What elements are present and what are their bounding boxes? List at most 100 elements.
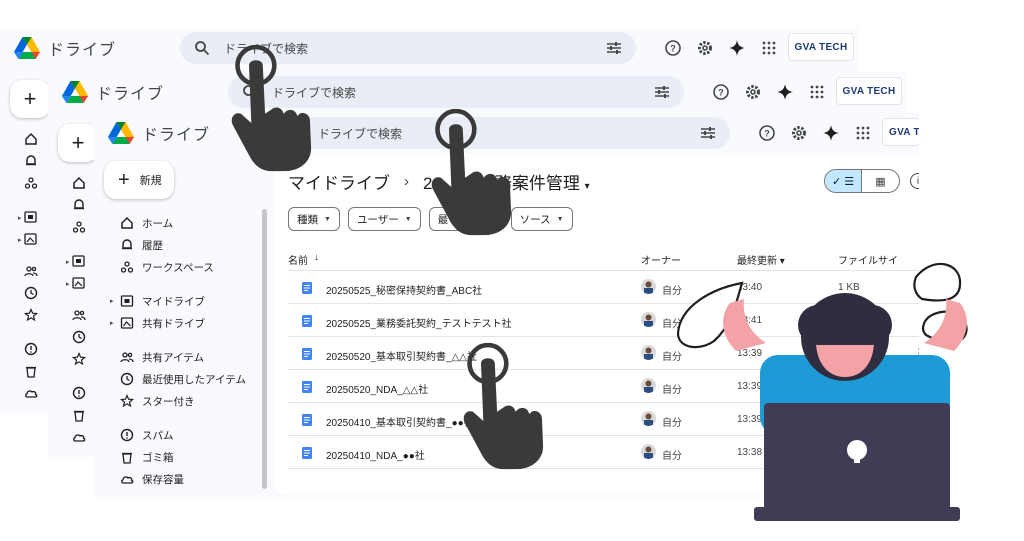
apps-grid-icon[interactable] <box>854 124 872 142</box>
filter-source-chip[interactable]: ソース ▼ <box>510 207 573 231</box>
sidebar-item-history[interactable]: 履歴 <box>108 235 258 255</box>
google-docs-icon <box>302 414 312 426</box>
google-docs-icon <box>302 447 312 459</box>
account-badge[interactable]: GVA TECH <box>882 118 919 146</box>
account-badge[interactable]: GVA TECH <box>836 77 902 105</box>
settings-gear-icon[interactable] <box>696 39 714 57</box>
sidebar-item-spam[interactable]: スパム <box>108 425 258 445</box>
gemini-sparkle-icon[interactable] <box>822 124 840 142</box>
filter-type-chip[interactable]: 種類 ▼ <box>288 207 340 231</box>
file-name: 20250525_業務委託契約_テストテスト社 <box>326 319 512 330</box>
gemini-sparkle-icon[interactable] <box>776 83 794 101</box>
sidebar-item-label: ゴミ箱 <box>142 451 174 464</box>
filter-options-icon[interactable] <box>606 40 622 56</box>
spam-icon <box>120 428 134 442</box>
svg-text:?: ? <box>670 44 676 54</box>
drive-logo-icon <box>14 37 40 59</box>
sidebar-item-home[interactable]: ホーム <box>108 213 258 233</box>
grid-view-button[interactable]: ▦ <box>862 170 899 192</box>
laptop-icon <box>754 403 960 521</box>
home-icon[interactable] <box>72 176 86 190</box>
cloud-icon[interactable] <box>72 430 86 444</box>
home-icon[interactable] <box>24 132 38 146</box>
spam-icon[interactable] <box>72 386 86 400</box>
brand[interactable]: ドライブ <box>108 121 210 145</box>
search-input[interactable]: ドライブで検索 <box>272 84 654 101</box>
expand-caret-icon[interactable]: ▸ <box>110 297 114 305</box>
expand-caret-icon[interactable]: ▸ <box>110 319 114 327</box>
gemini-sparkle-icon[interactable] <box>728 39 746 57</box>
filter-user-chip[interactable]: ユーザー ▼ <box>347 207 421 231</box>
file-name: 20250410_基本取引契約書_●●社 <box>326 418 474 429</box>
trash-icon[interactable] <box>24 364 38 378</box>
breadcrumb-dropdown-icon[interactable]: ▾ <box>585 181 590 192</box>
sidebar-item-my-drive[interactable]: ▸ マイドライブ <box>108 291 258 311</box>
list-view-button[interactable]: ✓ ☰ <box>825 170 863 192</box>
drive-logo-icon <box>108 122 134 144</box>
filter-options-icon[interactable] <box>654 84 670 100</box>
breadcrumb-root[interactable]: マイドライブ <box>288 169 390 194</box>
trash-icon[interactable] <box>72 408 86 422</box>
star-icon[interactable] <box>72 352 86 366</box>
sidebar-item-label: 最近使用したアイテム <box>142 373 246 386</box>
help-icon[interactable]: ? <box>664 39 682 57</box>
settings-gear-icon[interactable] <box>790 124 808 142</box>
sidebar-item-workspace[interactable]: ワークスペース <box>108 257 258 277</box>
shared-drive-icon <box>120 316 134 330</box>
info-icon[interactable]: i <box>910 173 919 189</box>
shared-drive-icon[interactable]: ▸ <box>18 232 38 246</box>
filter-chip-label: ユーザー <box>356 213 399 226</box>
sidebar-item-storage[interactable]: 保存容量 <box>108 469 258 489</box>
brand[interactable]: ドライブ <box>14 36 116 60</box>
file-name: 20250520_基本取引契約書_△△社 <box>326 352 477 363</box>
people-icon[interactable] <box>72 308 86 322</box>
filter-options-icon[interactable] <box>700 125 716 141</box>
my-drive-icon[interactable]: ▸ <box>66 254 86 268</box>
apps-grid-icon[interactable] <box>760 39 778 57</box>
new-button[interactable]: + <box>58 124 98 162</box>
clock-icon[interactable] <box>24 286 38 300</box>
new-button[interactable]: + <box>10 80 50 118</box>
search-icon <box>195 41 210 56</box>
tapping-hand-icon <box>426 108 518 236</box>
people-icon[interactable] <box>24 264 38 278</box>
google-docs-icon <box>302 315 312 327</box>
help-icon[interactable]: ? <box>758 124 776 142</box>
bell-icon[interactable] <box>24 154 38 168</box>
brand[interactable]: ドライブ <box>62 80 164 104</box>
chevron-down-icon: ▼ <box>404 215 412 223</box>
workspace-icon[interactable] <box>24 176 38 190</box>
sidebar-item-trash[interactable]: ゴミ箱 <box>108 447 258 467</box>
apps-grid-icon[interactable] <box>808 83 826 101</box>
sidebar-item-label: 共有アイテム <box>142 351 204 364</box>
chevron-down-icon: ▼ <box>556 215 564 223</box>
new-button[interactable]: + 新規 <box>104 161 174 199</box>
sidebar-item-shared-with-me[interactable]: 共有アイテム <box>108 347 258 367</box>
sidebar-item-recent[interactable]: 最近使用したアイテム <box>108 369 258 389</box>
people-icon <box>120 350 134 364</box>
app-title: ドライブ <box>142 127 211 144</box>
sidebar-scrollbar[interactable] <box>262 209 267 489</box>
sidebar-item-starred[interactable]: スター付き <box>108 391 258 411</box>
sidebar-item-shared-drives[interactable]: ▸ 共有ドライブ <box>108 313 258 333</box>
star-icon[interactable] <box>24 308 38 322</box>
plus-icon: + <box>118 169 130 191</box>
shared-drive-icon[interactable]: ▸ <box>66 276 86 290</box>
new-button-label: 新規 <box>139 175 162 187</box>
settings-gear-icon[interactable] <box>744 83 762 101</box>
bell-icon <box>120 238 134 252</box>
clock-icon[interactable] <box>72 330 86 344</box>
cloud-icon[interactable] <box>24 386 38 400</box>
chevron-down-icon: ▼ <box>324 215 331 223</box>
sidebar-item-label: ワークスペース <box>142 261 214 274</box>
account-badge[interactable]: GVA TECH <box>788 33 854 61</box>
my-drive-icon[interactable]: ▸ <box>18 210 38 224</box>
spam-icon[interactable] <box>24 342 38 356</box>
plus-icon: + <box>71 130 85 155</box>
workspace-icon[interactable] <box>72 220 86 234</box>
bell-icon[interactable] <box>72 198 86 212</box>
help-icon[interactable]: ? <box>712 83 730 101</box>
top-actions: ? <box>712 83 826 101</box>
sort-arrow-icon[interactable]: ↓ <box>314 252 319 263</box>
column-name-header[interactable]: 名前 <box>288 252 308 267</box>
